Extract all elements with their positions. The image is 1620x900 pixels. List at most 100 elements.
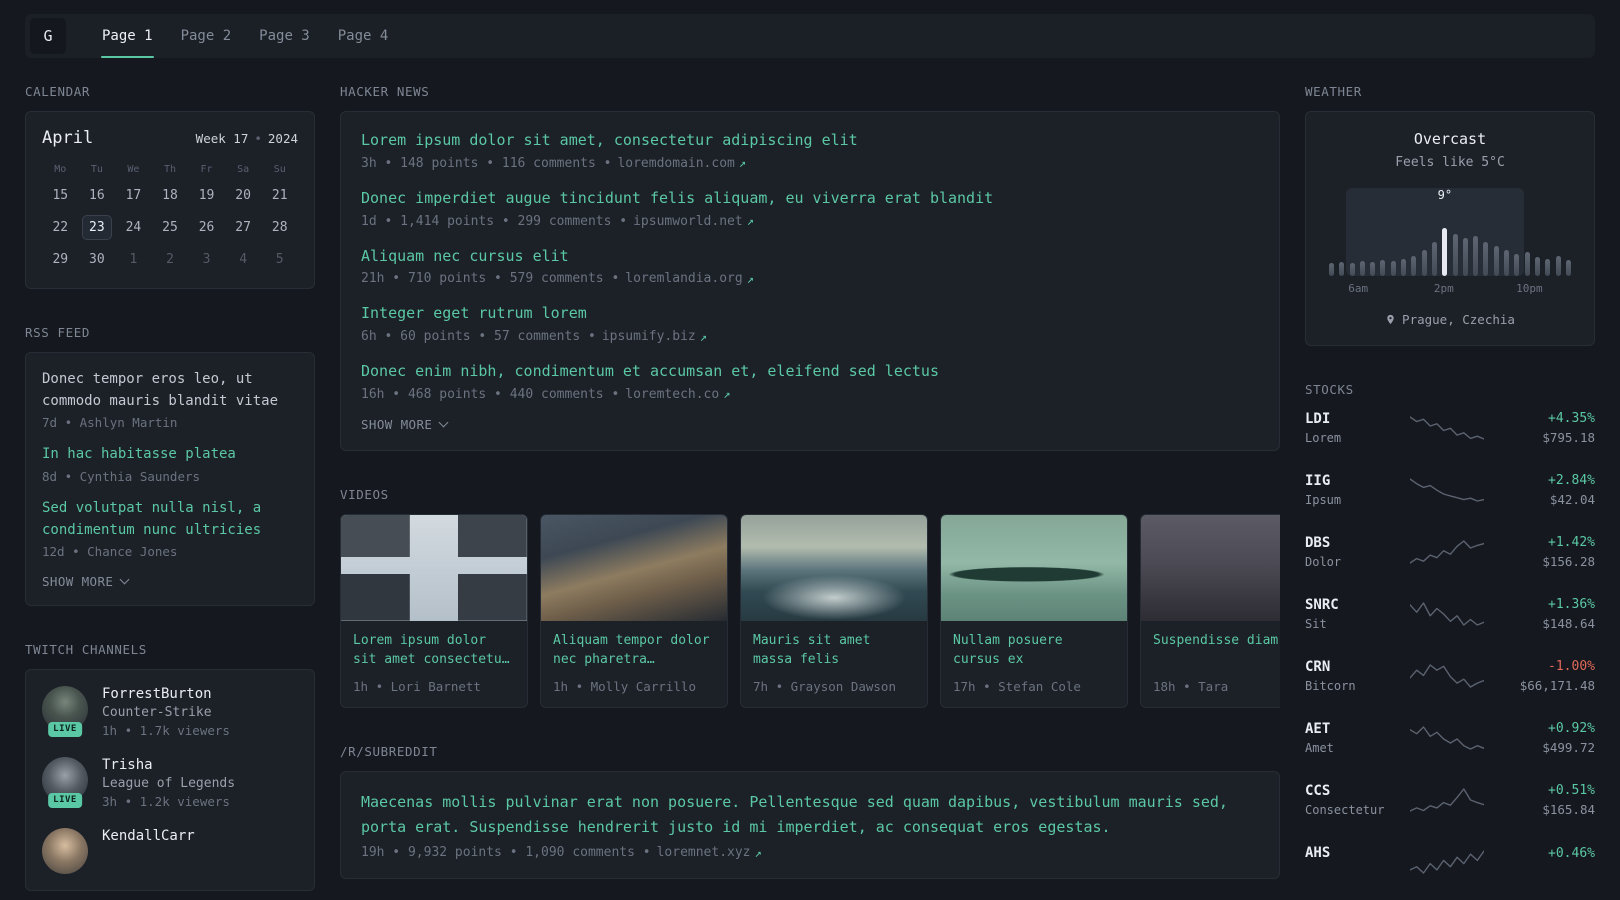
weather-header: WEATHER [1305, 84, 1362, 99]
video-thumbnail [541, 514, 727, 621]
weather-bar [1442, 228, 1448, 276]
hackernews-item-title[interactable]: Donec imperdiet augue tincidunt felis al… [361, 188, 1259, 210]
hackernews-item-meta: 21h • 710 points • 579 comments • loreml… [361, 271, 1259, 286]
hackernews-item-domain-link[interactable]: ipsumify.biz ↗ [602, 329, 707, 344]
rss-item-title[interactable]: Donec tempor eros leo, ut commodo mauris… [42, 369, 298, 412]
stock-info: SNRC Sit [1305, 597, 1393, 631]
stock-symbol[interactable]: DBS [1305, 535, 1393, 551]
hackernews-item-title[interactable]: Donec enim nibh, condimentum et accumsan… [361, 361, 1259, 383]
twitch-widget: TWITCH CHANNELS LIVE ForrestBurton Count… [25, 642, 315, 892]
hackernews-item-title[interactable]: Lorem ipsum dolor sit amet, consectetur … [361, 130, 1259, 152]
stock-change: +4.35% [1548, 411, 1595, 426]
weather-time-label: 6am [1348, 282, 1369, 295]
calendar-day: 22 [52, 220, 69, 235]
subreddit-post: Maecenas mollis pulvinar erat non posuer… [361, 790, 1259, 861]
chevron-down-icon [438, 417, 449, 428]
stock-change: +1.36% [1548, 597, 1595, 612]
stock-sparkline [1393, 723, 1501, 753]
video-title: Aliquam tempor dolor nec pharetra… [553, 632, 710, 668]
stock-change: +0.46% [1548, 845, 1595, 861]
stock-symbol[interactable]: AHS [1305, 845, 1393, 861]
weather-bar [1565, 260, 1571, 276]
stock-info: CCS Consectetur [1305, 783, 1393, 817]
subreddit-post-title[interactable]: Maecenas mollis pulvinar erat non posuer… [361, 790, 1259, 840]
hackernews-item-stats: 3h • 148 points • 116 comments • [361, 155, 612, 171]
video-card[interactable]: Lorem ipsum dolor sit amet consectetu… 1… [340, 513, 528, 708]
avatar: LIVE [42, 686, 88, 738]
calendar-day-selected: 23 [81, 215, 112, 240]
tab-page-3[interactable]: Page 3 [245, 14, 324, 58]
tab-page-2[interactable]: Page 2 [167, 14, 246, 58]
hackernews-item-title[interactable]: Aliquam nec cursus elit [361, 246, 1259, 268]
weather-bar [1483, 242, 1489, 276]
stock-symbol[interactable]: LDI [1305, 411, 1393, 427]
hackernews-item-title[interactable]: Integer eget rutrum lorem [361, 303, 1259, 325]
avatar: LIVE [42, 757, 88, 809]
stock-name: Bitcorn [1305, 679, 1356, 693]
rss-item-title[interactable]: In hac habitasse platea [42, 444, 298, 466]
stock-price: $148.64 [1542, 616, 1595, 631]
weather-location-text: Prague, Czechia [1402, 312, 1515, 327]
hackernews-item-domain-link[interactable]: ipsumworld.net ↗ [633, 214, 754, 229]
tab-page-4[interactable]: Page 4 [324, 14, 403, 58]
video-card[interactable]: Mauris sit amet massa felis 7h • Grayson… [740, 513, 928, 708]
stock-sparkline [1393, 537, 1501, 567]
twitch-channel-name: KendallCarr [102, 828, 195, 845]
stock-sparkline [1393, 785, 1501, 815]
video-body: Suspendisse diam 18h • Tara [1141, 621, 1280, 707]
hackernews-item-domain-link[interactable]: loremdomain.com ↗ [617, 156, 746, 171]
video-thumbnail [941, 514, 1127, 621]
rss-item-title[interactable]: Sed volutpat nulla nisl, a condimentum n… [42, 498, 298, 541]
hackernews-show-more-button[interactable]: SHOW MORE [361, 417, 1259, 432]
hackernews-item-meta: 16h • 468 points • 440 comments • loremt… [361, 387, 1259, 402]
external-link-icon: ↗ [738, 156, 747, 171]
stock-info: AET Amet [1305, 721, 1393, 755]
video-card[interactable]: Suspendisse diam 18h • Tara [1140, 513, 1280, 708]
rss-show-more-button[interactable]: SHOW MORE [42, 574, 298, 589]
calendar-day-next-month: 4 [239, 252, 248, 267]
stock-values: +0.51% $165.84 [1501, 783, 1595, 817]
calendar-day: 24 [125, 220, 142, 235]
app-logo[interactable]: G [30, 18, 66, 54]
subreddit-post-domain-link[interactable]: loremnet.xyz ↗ [657, 845, 762, 860]
twitch-channel[interactable]: KendallCarr [42, 828, 298, 875]
hackernews-item-domain-link[interactable]: loremtech.co ↗ [625, 387, 730, 402]
stock-symbol[interactable]: CCS [1305, 783, 1393, 799]
tab-page-1[interactable]: Page 1 [88, 14, 167, 58]
chevron-down-icon [119, 574, 130, 585]
video-card[interactable]: Nullam posuere cursus ex 17h • Stefan Co… [940, 513, 1128, 708]
stock-change: -1.00% [1548, 659, 1595, 674]
twitch-channel-viewers: 1h • 1.7k viewers [102, 723, 230, 739]
stock-name: Dolor [1305, 555, 1342, 569]
stock-values: +0.46% [1501, 846, 1595, 879]
hackernews-item-domain-link[interactable]: loremlandia.org ↗ [625, 271, 754, 286]
stock-values: +4.35% $795.18 [1501, 411, 1595, 445]
weather-bar [1514, 254, 1520, 276]
subreddit-card: Maecenas mollis pulvinar erat non posuer… [340, 770, 1280, 880]
calendar-year: 2024 [267, 131, 298, 146]
stock-price: $165.84 [1542, 802, 1595, 817]
twitch-channel[interactable]: LIVE Trisha League of Legends 3h • 1.2k … [42, 757, 298, 809]
show-more-label: SHOW MORE [42, 574, 114, 590]
stock-symbol[interactable]: SNRC [1305, 597, 1393, 613]
glance-dashboard: G Page 1 Page 2 Page 3 Page 4 CALENDAR A… [0, 0, 1620, 900]
stock-symbol[interactable]: AET [1305, 721, 1393, 737]
calendar-week: Week 17 [195, 131, 249, 146]
video-card[interactable]: Aliquam tempor dolor nec pharetra… 1h • … [540, 513, 728, 708]
external-link-icon: ↗ [746, 214, 754, 228]
twitch-channel[interactable]: LIVE ForrestBurton Counter-Strike 1h • 1… [42, 686, 298, 738]
stock-symbol[interactable]: IIG [1305, 473, 1393, 489]
dashboard-columns: CALENDAR April Week 17 • 2024 Mo Tu We T… [25, 84, 1595, 892]
stock-change: +0.92% [1548, 721, 1595, 736]
weather-feels-like: Feels like 5°C [1395, 155, 1505, 170]
weather-bar [1452, 234, 1458, 276]
video-title: Mauris sit amet massa felis [753, 632, 871, 668]
stock-name: Consectetur [1305, 803, 1385, 817]
rss-item-meta: 8d • Cynthia Saunders [42, 469, 201, 485]
rss-item: Sed volutpat nulla nisl, a condimentum n… [42, 498, 298, 559]
hackernews-item-meta: 6h • 60 points • 57 comments • ipsumify.… [361, 329, 1259, 344]
rss-item: Donec tempor eros leo, ut commodo mauris… [42, 369, 298, 430]
stock-symbol[interactable]: CRN [1305, 659, 1393, 675]
subreddit-post-stats: 19h • 9,932 points • 1,090 comments • [361, 845, 651, 861]
middle-column: HACKER NEWS Lorem ipsum dolor sit amet, … [340, 84, 1280, 891]
